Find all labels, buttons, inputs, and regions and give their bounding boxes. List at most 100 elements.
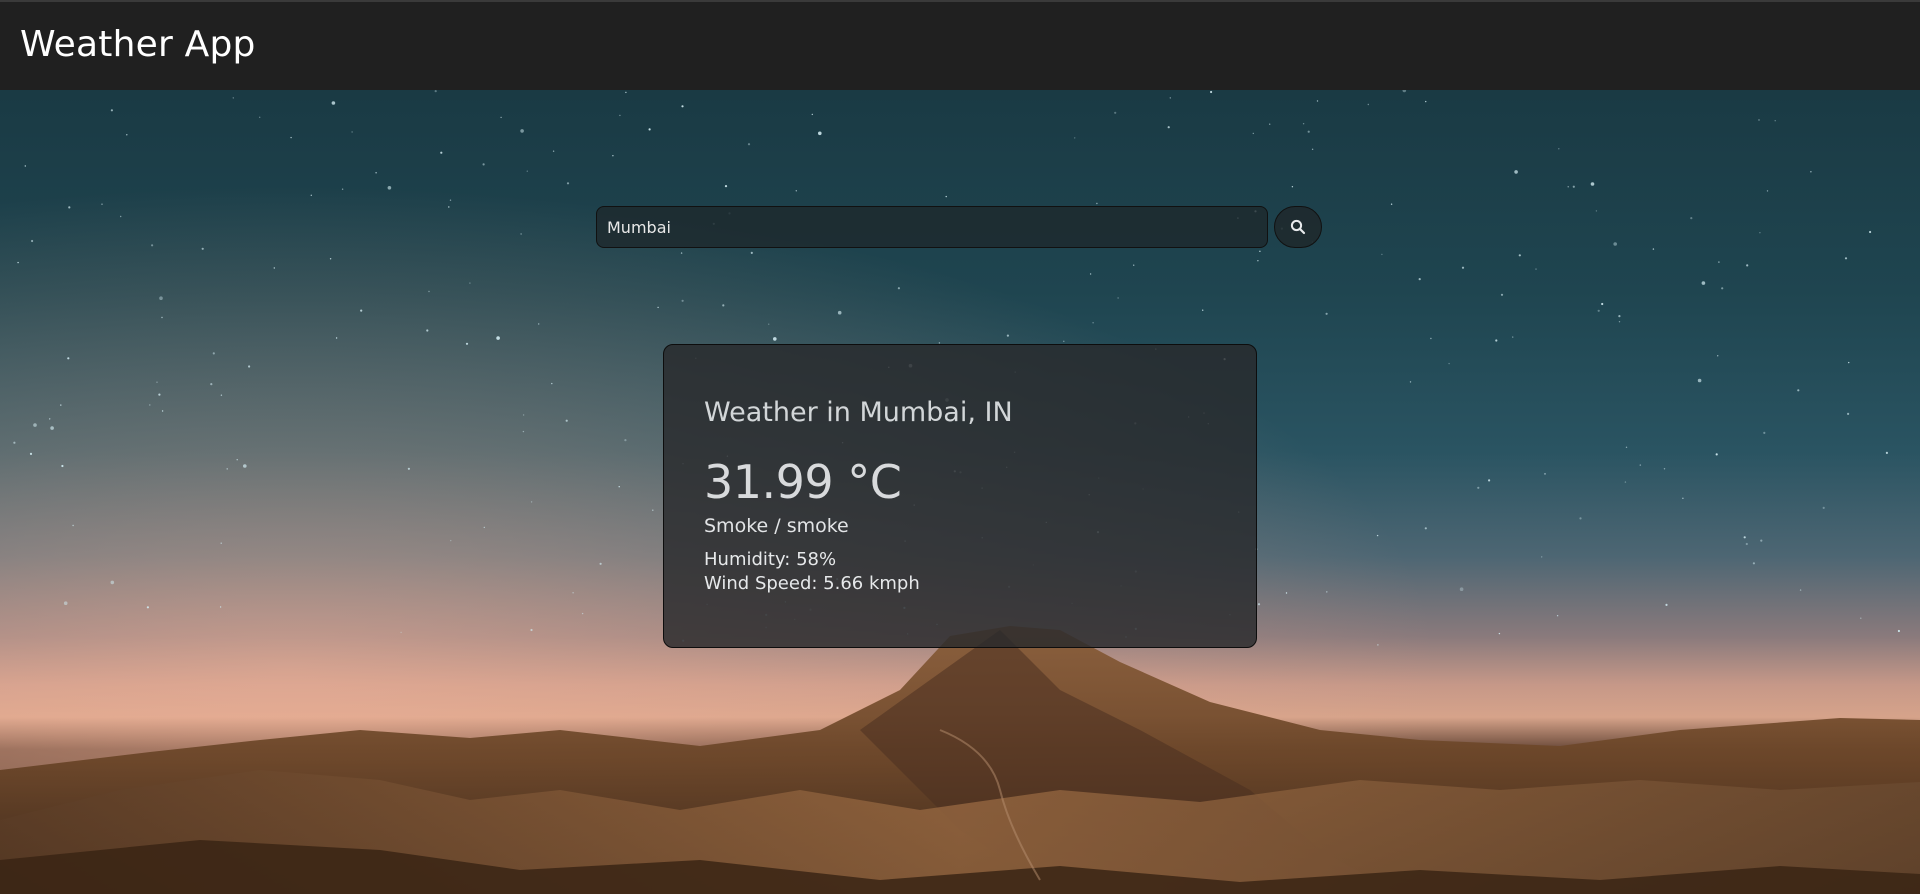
star (226, 468, 228, 470)
star (1430, 337, 1432, 340)
star (465, 342, 469, 345)
star (811, 113, 813, 116)
star (387, 186, 392, 190)
search-button[interactable] (1274, 206, 1322, 248)
star (520, 129, 524, 133)
star (522, 430, 525, 433)
star (1763, 431, 1766, 434)
star (1721, 287, 1724, 290)
star (681, 299, 684, 302)
star (1418, 278, 1421, 281)
star (1302, 123, 1305, 125)
star (1257, 260, 1259, 262)
star (60, 404, 62, 406)
star (1512, 336, 1514, 338)
star (1326, 591, 1328, 593)
star (1448, 362, 1450, 365)
star (612, 155, 614, 157)
star (1690, 217, 1693, 220)
star (530, 628, 533, 632)
star (1311, 148, 1314, 150)
star (538, 323, 540, 325)
star (310, 194, 312, 196)
star (449, 199, 452, 201)
star (722, 304, 725, 307)
star (1498, 632, 1501, 635)
weather-card: Weather in Mumbai, IN 31.99 °C Smoke / s… (663, 344, 1257, 648)
star (1715, 453, 1718, 456)
star (1096, 202, 1098, 205)
star (426, 329, 429, 332)
star (329, 258, 332, 260)
star (1885, 451, 1888, 454)
star (63, 601, 68, 605)
star (156, 381, 158, 383)
star (220, 394, 223, 396)
search-icon (1290, 219, 1306, 235)
star (1774, 120, 1776, 122)
star (1259, 250, 1261, 252)
star (618, 486, 620, 488)
star (1760, 539, 1763, 542)
star (500, 116, 502, 119)
star (818, 131, 822, 136)
star (1257, 603, 1261, 606)
star (1848, 361, 1850, 364)
star (219, 606, 222, 608)
star (1461, 266, 1465, 269)
star (768, 323, 770, 325)
star (1269, 123, 1271, 125)
star (572, 592, 574, 594)
star (1847, 412, 1850, 415)
star (1495, 339, 1498, 342)
star (351, 131, 353, 133)
star (1488, 479, 1491, 482)
star (1425, 100, 1427, 103)
star (67, 357, 70, 360)
star (1572, 185, 1575, 188)
star (552, 150, 555, 152)
star (450, 539, 452, 542)
star (201, 247, 204, 250)
star (1390, 203, 1393, 205)
city-search-input[interactable] (596, 206, 1268, 248)
star (657, 306, 659, 309)
star (400, 631, 402, 634)
star (1376, 534, 1379, 537)
temperature-value: 31.99 °C (704, 455, 902, 509)
star (1210, 90, 1213, 94)
star (407, 467, 410, 470)
humidity-value: Humidity: 58% (704, 549, 837, 570)
star (1822, 506, 1825, 509)
star (1799, 589, 1802, 591)
star (1682, 497, 1684, 499)
star (1639, 464, 1642, 466)
star (1133, 264, 1135, 266)
star (1618, 315, 1621, 318)
star (1625, 446, 1628, 448)
star (212, 352, 215, 355)
star (1766, 190, 1769, 192)
star (1743, 536, 1746, 539)
star (1697, 378, 1702, 383)
star (146, 606, 149, 609)
star (428, 290, 430, 293)
star (1663, 468, 1666, 470)
star (1535, 268, 1537, 270)
star (837, 310, 842, 315)
star (236, 459, 238, 461)
star (159, 296, 163, 300)
star (945, 195, 947, 198)
star (526, 170, 528, 172)
star (248, 365, 251, 368)
star (101, 203, 103, 205)
star (1074, 137, 1076, 139)
star (1624, 481, 1627, 483)
star (1718, 261, 1720, 263)
star (61, 464, 64, 468)
page: Weather App Mumbai Weather in Mumbai, IN… (0, 0, 1920, 894)
star (624, 439, 627, 442)
star (1477, 486, 1480, 489)
star (566, 182, 570, 185)
star (1202, 309, 1204, 311)
